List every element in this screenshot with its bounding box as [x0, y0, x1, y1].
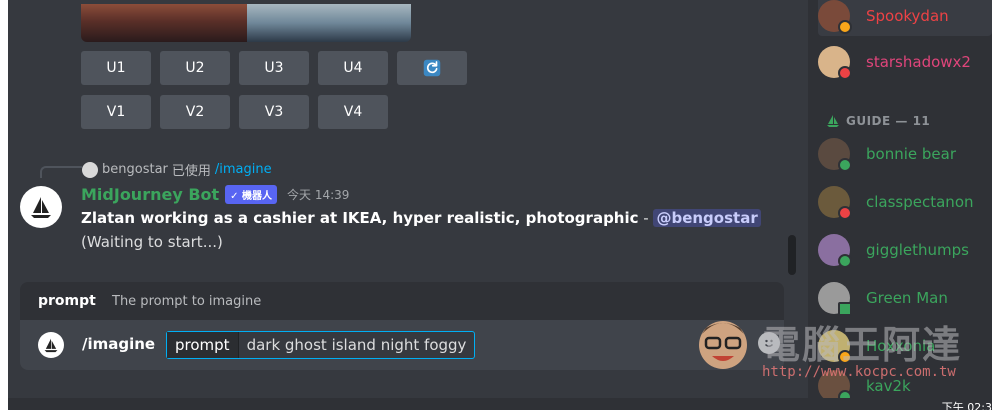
- member-list: Spookydan starshadowx2 GUIDE — 11 bonnie…: [808, 0, 992, 406]
- avatar: [818, 282, 852, 316]
- option-description: The prompt to imagine: [112, 294, 262, 309]
- member-bonnie-bear[interactable]: bonnie bear: [818, 134, 992, 174]
- status-mobile-icon: [838, 302, 852, 316]
- member-classpectanon[interactable]: classpectanon: [818, 182, 992, 222]
- member-hoxxonia[interactable]: Hoxxonia: [818, 326, 992, 366]
- option-key: prompt: [167, 332, 239, 358]
- member-name: kav2k: [866, 377, 911, 395]
- message-status: (Waiting to start...): [81, 233, 223, 251]
- upscale-button-4[interactable]: U4: [318, 51, 388, 85]
- emoji-icon[interactable]: [758, 332, 780, 354]
- avatar: [818, 46, 852, 80]
- member-name: starshadowx2: [866, 53, 971, 71]
- avatar: [818, 330, 852, 364]
- author-name[interactable]: MidJourney Bot: [81, 185, 219, 204]
- member-name: Green Man: [866, 289, 948, 307]
- variation-button-3[interactable]: V3: [239, 95, 309, 129]
- slash-command: /imagine: [82, 335, 156, 353]
- chat-scrollbar[interactable]: [788, 235, 796, 275]
- refresh-icon: [423, 59, 441, 77]
- sailboat-icon: [44, 338, 58, 353]
- reply-connector: [40, 166, 82, 178]
- member-name: gigglethumps: [866, 241, 969, 259]
- status-idle-icon: [838, 20, 852, 34]
- user-mention[interactable]: @bengostar: [653, 209, 761, 227]
- command-app-avatar: [38, 332, 64, 358]
- prompt-option-input[interactable]: prompt dark ghost island night foggy: [166, 331, 476, 359]
- taskbar-clock: 下午 02:3: [941, 401, 992, 414]
- member-name: bonnie bear: [866, 145, 956, 163]
- upscale-button-3[interactable]: U3: [239, 51, 309, 85]
- image-tile-right: [247, 4, 411, 42]
- member-name: classpectanon: [866, 193, 974, 211]
- avatar: [818, 0, 852, 34]
- reply-command[interactable]: /imagine: [215, 162, 272, 177]
- variation-button-1[interactable]: V1: [81, 95, 151, 129]
- role-group-header: GUIDE — 11: [826, 114, 930, 128]
- member-name: Hoxxonia: [866, 337, 936, 355]
- reply-avatar: [82, 161, 98, 178]
- separator: -: [638, 209, 654, 227]
- avatar: [818, 234, 852, 268]
- discord-window: U1 U2 U3 U4 V1 V2 V3 V4 bengostar 已使用 /i…: [8, 0, 992, 406]
- reply-user[interactable]: bengostar: [102, 162, 168, 177]
- member-gigglethumps[interactable]: gigglethumps: [818, 230, 992, 270]
- chat-area: U1 U2 U3 U4 V1 V2 V3 V4 bengostar 已使用 /i…: [8, 0, 803, 406]
- reply-used-text: 已使用: [171, 164, 211, 179]
- member-spookydan[interactable]: Spookydan: [818, 0, 992, 36]
- option-value[interactable]: dark ghost island night foggy: [239, 336, 475, 354]
- status-dnd-icon: [838, 206, 852, 220]
- bot-badge: ✓ 機器人: [225, 185, 278, 204]
- status-dnd-icon: [838, 66, 852, 80]
- message-composer[interactable]: /imagine prompt dark ghost island night …: [20, 320, 784, 370]
- message-header: MidJourney Bot ✓ 機器人 今天 14:39: [81, 185, 349, 204]
- prompt-text: Zlatan working as a cashier at IKEA, hyp…: [81, 209, 639, 227]
- sailboat-icon: [827, 115, 839, 127]
- smiley-icon: [764, 339, 774, 347]
- status-online-icon: [838, 254, 852, 268]
- reroll-button[interactable]: [397, 51, 467, 85]
- variation-button-2[interactable]: V2: [160, 95, 230, 129]
- generated-image-grid[interactable]: [81, 4, 411, 42]
- option-hint-bar: prompt The prompt to imagine: [20, 282, 784, 320]
- image-tile-left: [81, 4, 247, 42]
- member-name: Spookydan: [866, 7, 949, 25]
- member-starshadowx2[interactable]: starshadowx2: [818, 42, 992, 82]
- member-green-man[interactable]: Green Man: [818, 278, 992, 318]
- bot-avatar[interactable]: [20, 186, 62, 228]
- message-content: Zlatan working as a cashier at IKEA, hyp…: [81, 209, 761, 227]
- sailboat-icon: [31, 197, 51, 218]
- upscale-button-1[interactable]: U1: [81, 51, 151, 85]
- avatar: [818, 138, 852, 172]
- role-group-label: GUIDE — 11: [846, 114, 931, 128]
- status-online-icon: [838, 158, 852, 172]
- reply-reference[interactable]: bengostar 已使用 /imagine: [82, 160, 272, 179]
- message-timestamp: 今天 14:39: [287, 188, 350, 202]
- taskbar: [8, 398, 992, 410]
- option-label: prompt: [38, 293, 96, 309]
- upscale-button-2[interactable]: U2: [160, 51, 230, 85]
- status-idle-icon: [838, 350, 852, 364]
- avatar: [818, 186, 852, 220]
- variation-button-4[interactable]: V4: [318, 95, 388, 129]
